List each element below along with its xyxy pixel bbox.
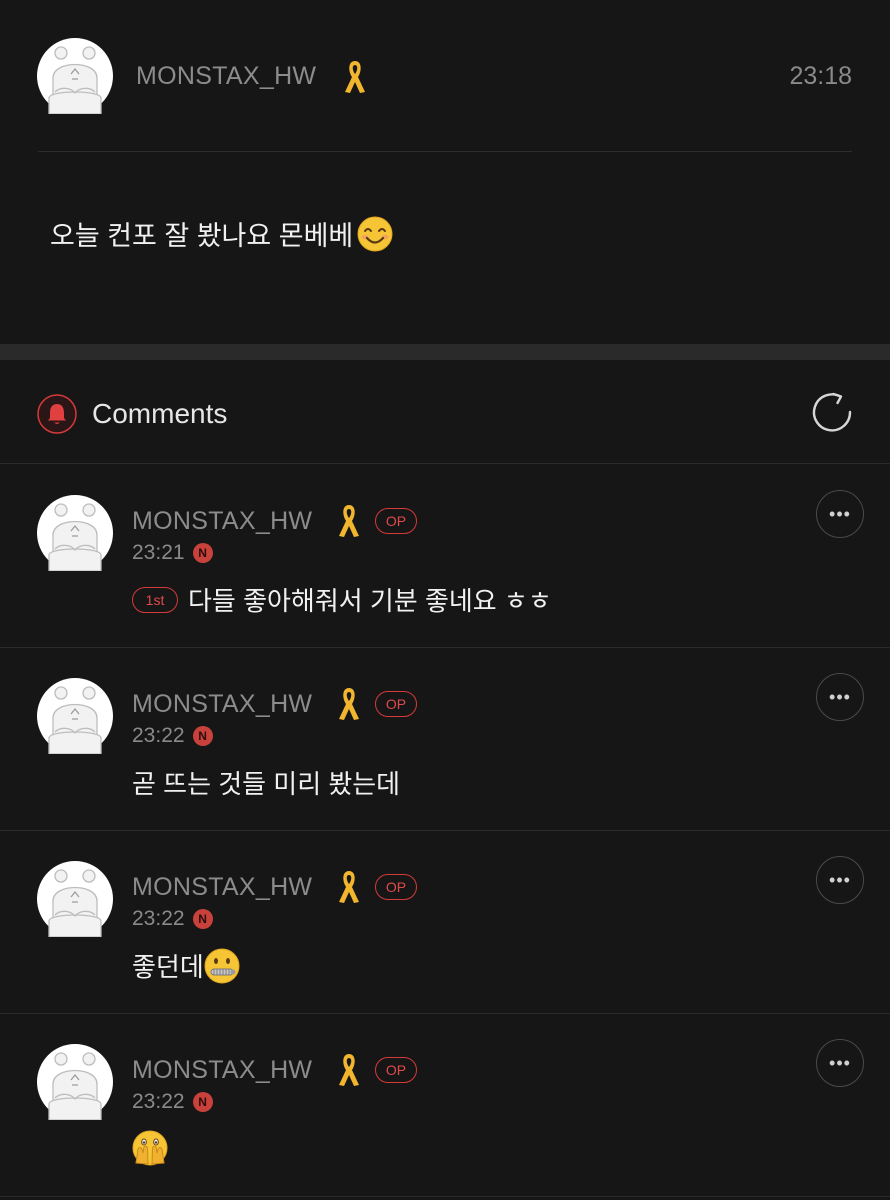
comment-time: 23:21 N: [132, 541, 213, 565]
yellow-ribbon-icon: [335, 685, 363, 723]
comment-time: 23:22 N: [132, 724, 213, 748]
first-comment-badge: 1st: [132, 586, 178, 613]
comment-time-text: 23:21: [132, 541, 185, 564]
avatar-icon[interactable]: [37, 861, 113, 937]
comment-author[interactable]: MONSTAX_HW: [132, 507, 312, 536]
face-with-hands-over-mouth-icon: [132, 1130, 168, 1166]
comment-author[interactable]: MONSTAX_HW: [132, 1056, 312, 1085]
post-body: 오늘 컨포 잘 봤나요 몬베베: [50, 214, 393, 253]
comment-time: 23:22 N: [132, 1090, 213, 1114]
comment-item: MONSTAX_HW OP 23:22 N 곧 뜨는 것들 미리 봤는데 •••: [0, 648, 890, 831]
comment-item: MONSTAX_HW OP 23:22 N •••: [0, 1014, 890, 1197]
comment-time: 23:22 N: [132, 907, 213, 931]
comment-text: 다들 좋아해줘서 기분 좋네요 ㅎㅎ: [188, 586, 552, 616]
comment-item: MONSTAX_HW OP 23:22 N 좋던데 •••: [0, 831, 890, 1014]
comments-title: Comments: [92, 398, 228, 429]
new-badge: N: [192, 726, 213, 746]
op-badge: OP: [375, 874, 417, 900]
post: MONSTAX_HW 23:18 오늘 컨포 잘 봤나요 몬베베: [0, 0, 890, 344]
comment-author[interactable]: MONSTAX_HW: [132, 873, 312, 902]
bell-icon[interactable]: [37, 394, 77, 434]
smiling-face-icon: [357, 216, 393, 251]
more-options-button[interactable]: •••: [816, 856, 864, 904]
avatar-icon[interactable]: [37, 1044, 113, 1120]
yellow-ribbon-icon: [335, 502, 363, 540]
yellow-ribbon-icon: [341, 58, 369, 96]
post-time: 23:18: [789, 62, 852, 90]
avatar-icon[interactable]: [37, 678, 113, 754]
more-options-button[interactable]: •••: [816, 673, 864, 721]
avatar-icon[interactable]: [37, 495, 113, 571]
more-options-button[interactable]: •••: [816, 1039, 864, 1087]
comments-header: Comments: [0, 360, 890, 464]
more-options-button[interactable]: •••: [816, 490, 864, 538]
comment-body: 좋던데: [132, 947, 240, 984]
new-badge: N: [192, 543, 213, 563]
comment-text: 좋던데: [132, 952, 204, 982]
comment-text: 곧 뜨는 것들 미리 봤는데: [132, 769, 401, 799]
comment-time-text: 23:22: [132, 907, 185, 930]
new-badge: N: [192, 909, 213, 929]
comment-time-text: 23:22: [132, 724, 185, 747]
yellow-ribbon-icon: [335, 868, 363, 906]
comment-author[interactable]: MONSTAX_HW: [132, 690, 312, 719]
op-badge: OP: [375, 1057, 417, 1083]
comment-time-text: 23:22: [132, 1090, 185, 1113]
comment-body: 1st 다들 좋아해줘서 기분 좋네요 ㅎㅎ: [132, 581, 552, 618]
op-badge: OP: [375, 691, 417, 717]
divider: [38, 151, 852, 152]
new-badge: N: [192, 1092, 213, 1112]
comment-item: MONSTAX_HW OP 23:21 N 1st 다들 좋아해줘서 기분 좋네…: [0, 465, 890, 648]
comment-body: 곧 뜨는 것들 미리 봤는데: [132, 764, 400, 801]
comment-body: [132, 1130, 168, 1166]
zipper-mouth-face-icon: [204, 948, 240, 983]
op-badge: OP: [375, 508, 417, 534]
avatar-icon[interactable]: [37, 38, 113, 114]
post-author[interactable]: MONSTAX_HW: [136, 62, 316, 91]
section-separator: [0, 344, 890, 360]
refresh-icon[interactable]: [810, 390, 854, 434]
post-text: 오늘 컨포 잘 봤나요 몬베베: [50, 221, 354, 251]
yellow-ribbon-icon: [335, 1051, 363, 1089]
